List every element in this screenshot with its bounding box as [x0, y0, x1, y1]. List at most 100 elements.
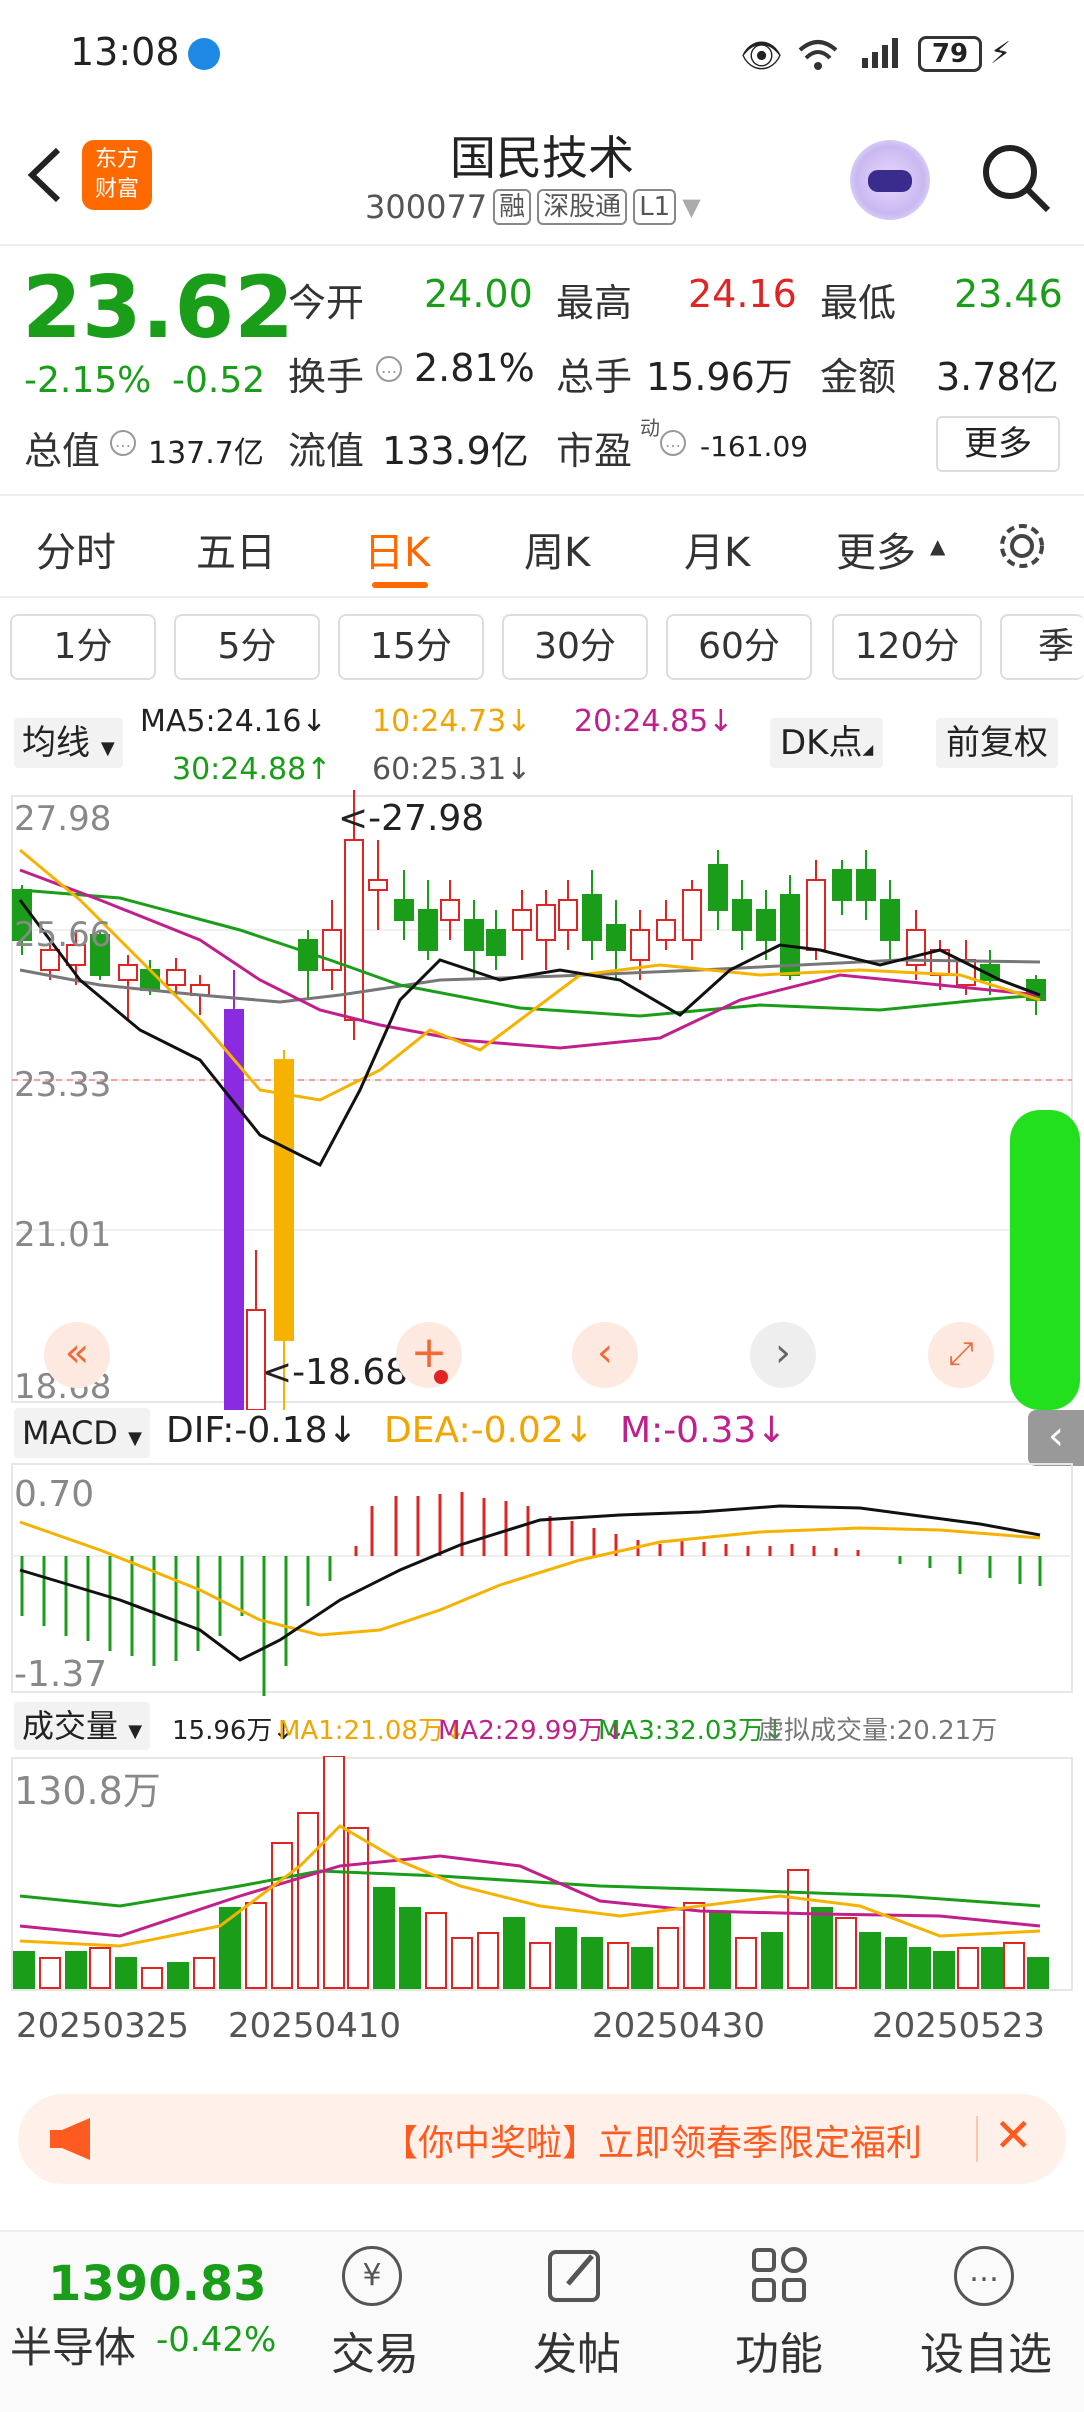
promo-banner[interactable]: 【你中奖啦】立即领春季限定福利 ✕	[18, 2094, 1066, 2184]
yen-trade-icon[interactable]: ¥	[342, 2246, 402, 2306]
period-120min[interactable]: 120分	[832, 614, 982, 680]
candle-body	[536, 904, 556, 941]
volume-bar	[1027, 1957, 1049, 1989]
gear-icon[interactable]	[994, 518, 1050, 578]
zoom-in-icon[interactable]: +	[396, 1322, 462, 1388]
vol-ma3-line	[19, 1869, 1041, 1908]
volume-toggle[interactable]: 成交量 ▼	[14, 1702, 151, 1750]
date-label: 20250410	[228, 2006, 402, 2046]
scroll-left-fast-icon[interactable]: «	[44, 1322, 110, 1388]
candle-body	[656, 919, 676, 941]
tab-rik[interactable]: 日K	[364, 520, 430, 578]
high-label: 最高	[556, 281, 633, 325]
candle-body	[486, 929, 506, 956]
info-icon[interactable]: …	[660, 430, 686, 456]
scroll-left-icon[interactable]: ‹	[572, 1322, 638, 1388]
volume-bar	[981, 1947, 1003, 1989]
date-label: 20250523	[872, 2006, 1046, 2046]
tab-yuek[interactable]: 月K	[684, 520, 750, 578]
low-label: 最低	[820, 281, 897, 325]
volume-bar	[347, 1827, 369, 1989]
index-value[interactable]: 1390.83	[48, 2256, 267, 2312]
divider	[0, 244, 1084, 246]
grid-function-icon[interactable]	[750, 2246, 810, 2310]
candle-body	[856, 869, 876, 901]
period-60min[interactable]: 60分	[666, 614, 812, 680]
tab-zhouk[interactable]: 周K	[524, 520, 590, 578]
index-change: -0.42%	[156, 2320, 277, 2360]
mktcap-label: 总值	[24, 429, 101, 473]
volume-bar	[555, 1927, 577, 1989]
caret-up-icon: ▲	[930, 534, 946, 558]
candle-body	[806, 879, 826, 951]
volume-bar	[631, 1947, 653, 1989]
tab-more[interactable]: 更多	[836, 520, 916, 578]
status-time: 13:08	[70, 30, 180, 74]
search-icon[interactable]	[978, 140, 1054, 220]
divider	[976, 2116, 978, 2162]
info-icon[interactable]: …	[376, 356, 402, 382]
volume-chart[interactable]: 130.8万	[0, 1756, 1084, 1994]
macd-chart[interactable]: 0.70 -1.37	[0, 1460, 1084, 1696]
candle-body	[140, 969, 160, 991]
volume-bar	[811, 1907, 833, 1989]
dk-point-button[interactable]: DK点◢	[770, 718, 884, 768]
volume-bar	[39, 1957, 61, 1989]
tab-fenshi[interactable]: 分时	[36, 520, 116, 578]
notification-icon	[188, 38, 220, 70]
period-season[interactable]: 季	[1000, 614, 1084, 680]
amount-label: 金额	[820, 355, 897, 399]
candle-body	[582, 894, 602, 941]
macd-toggle[interactable]: MACD ▼	[14, 1408, 150, 1458]
nav-trade[interactable]: 交易	[300, 2318, 450, 2382]
vol-virtual: 虚拟成交量:20.21万	[758, 1716, 998, 1746]
volume-bar	[271, 1842, 293, 1989]
volume-bar	[245, 1902, 267, 1989]
current-price: 23.62	[22, 258, 295, 358]
fullscreen-icon[interactable]: ⤢	[928, 1322, 994, 1388]
tab-wuri[interactable]: 五日	[196, 520, 276, 578]
divider	[0, 596, 1084, 598]
edit-post-icon[interactable]	[546, 2246, 606, 2310]
side-panel-toggle-icon[interactable]: ‹	[1028, 1410, 1084, 1466]
ma30-value: 30:24.88↑	[172, 752, 332, 787]
dropdown-icon[interactable]: ▼	[682, 193, 700, 221]
period-30min[interactable]: 30分	[502, 614, 648, 680]
promo-text: 【你中奖啦】立即领春季限定福利	[382, 2123, 923, 2164]
nav-function[interactable]: 功能	[704, 2318, 854, 2382]
high-value: 24.16	[688, 272, 797, 316]
period-15min[interactable]: 15分	[338, 614, 484, 680]
kline-frame	[11, 795, 1073, 1403]
ma20-line	[19, 868, 1041, 1050]
scroll-right-icon[interactable]: ›	[750, 1322, 816, 1388]
volume-bar	[115, 1957, 137, 1989]
volume-bar	[425, 1912, 447, 1989]
kline-chart[interactable]: 27.98 25.66 23.33 21.01 18.68 <-27.98 <-…	[0, 790, 1084, 1410]
volume-bar	[297, 1812, 319, 1989]
volume-bar	[657, 1927, 679, 1989]
charging-icon: ⚡	[990, 36, 1012, 71]
period-1min[interactable]: 1分	[10, 614, 156, 680]
candle-body	[732, 899, 752, 931]
nav-post[interactable]: 发帖	[502, 2318, 652, 2382]
divider	[0, 494, 1084, 496]
info-icon[interactable]: …	[110, 430, 136, 456]
nav-watchlist[interactable]: 设自选	[904, 2318, 1068, 2382]
ma-toggle[interactable]: 均线 ▼	[14, 718, 123, 768]
volume-bar	[141, 1967, 163, 1989]
robot-assistant-icon[interactable]	[850, 140, 930, 220]
change-amount: -0.52	[172, 360, 266, 401]
fuquan-button[interactable]: 前复权	[936, 718, 1058, 768]
period-5min[interactable]: 5分	[174, 614, 320, 680]
index-name[interactable]: 半导体	[10, 2314, 136, 2375]
candle-body	[708, 864, 728, 911]
candle-body	[464, 919, 484, 951]
macd-y-label: -1.37	[14, 1654, 107, 1695]
candle-body	[558, 899, 578, 931]
volume-bar	[503, 1917, 525, 1989]
more-dots-icon[interactable]: …	[954, 2246, 1014, 2306]
vol-value: 15.96万↓	[172, 1716, 295, 1746]
volume-bar	[89, 1947, 111, 1989]
more-quote-button[interactable]: 更多	[936, 416, 1060, 472]
close-icon[interactable]: ✕	[994, 2108, 1033, 2162]
